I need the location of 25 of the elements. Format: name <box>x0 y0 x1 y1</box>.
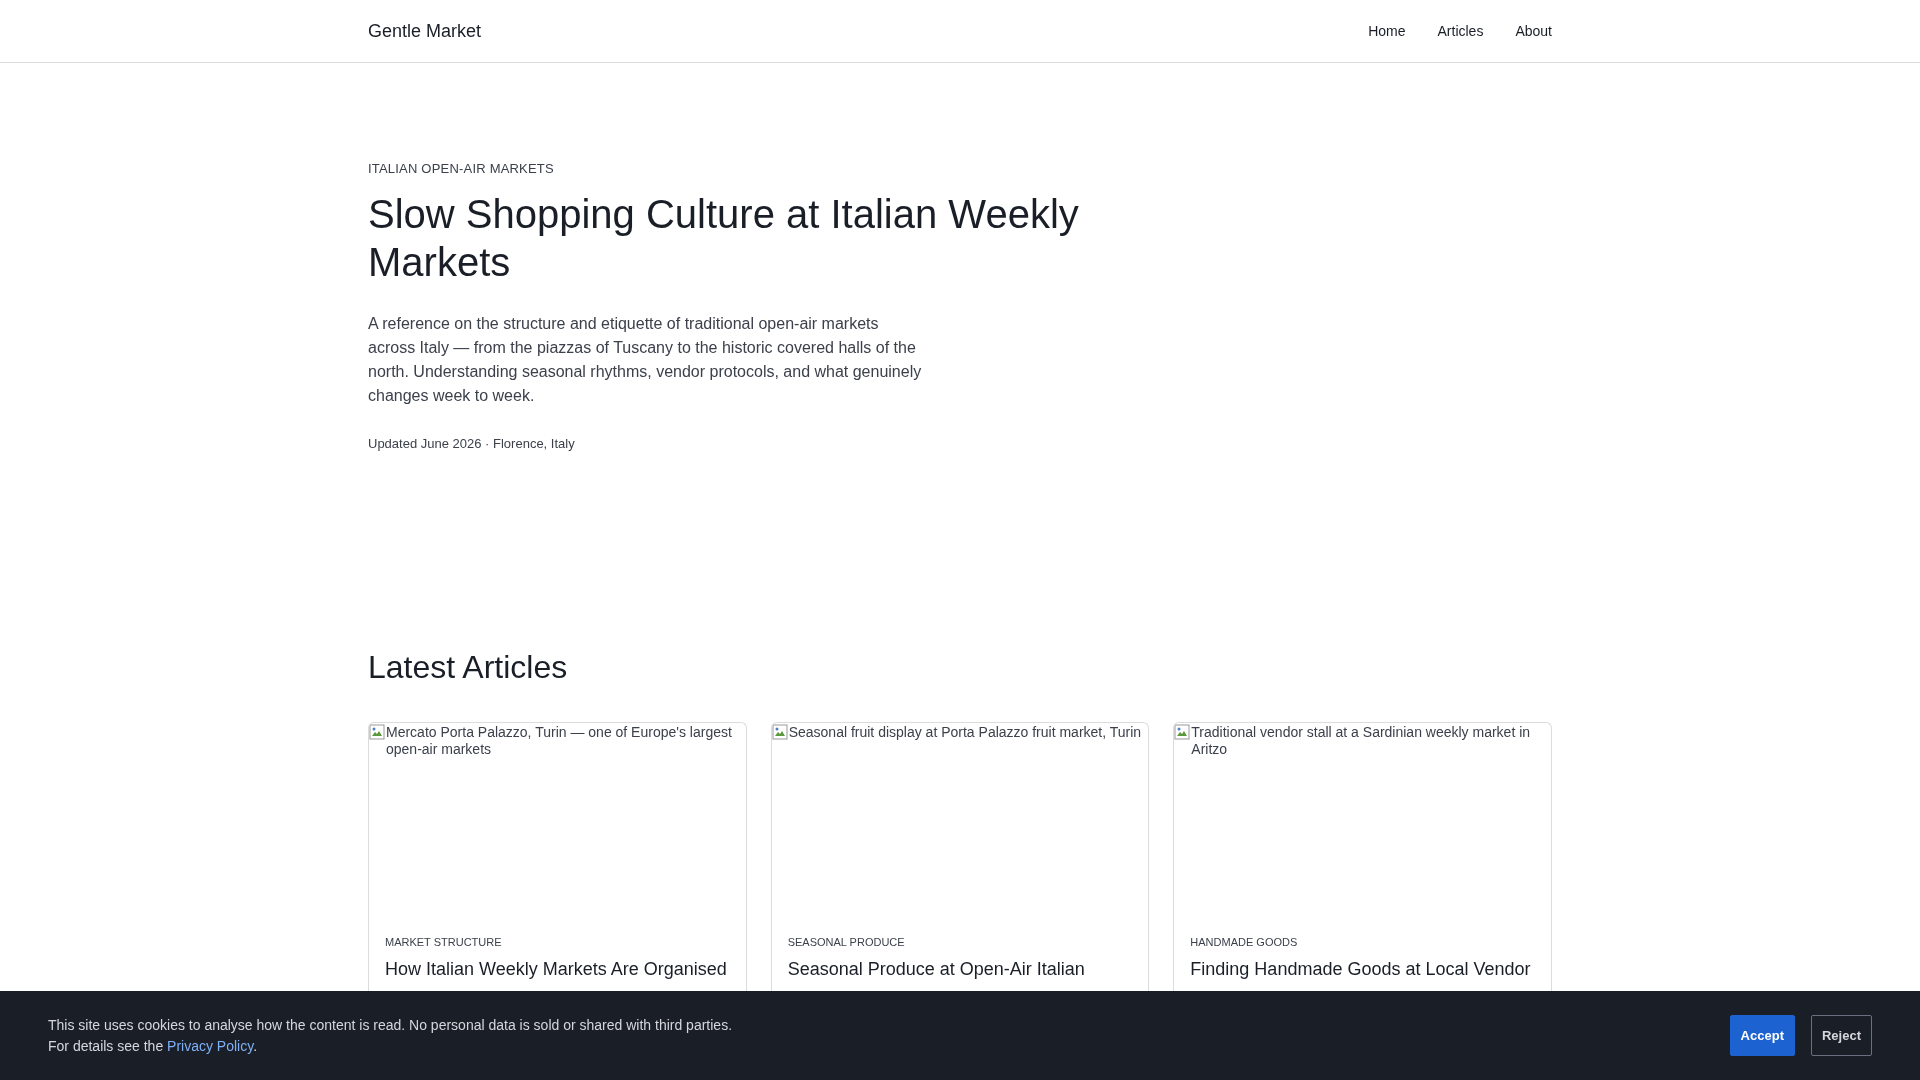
accept-button[interactable]: Accept <box>1729 1015 1795 1056</box>
card-title[interactable]: Finding Handmade Goods at Local Vendor <box>1190 957 1535 981</box>
site-logo[interactable]: Gentle Market <box>368 20 482 42</box>
image-alt-text: Mercato Porta Palazzo, Turin — one of Europe's largest open-air markets <box>386 724 733 758</box>
broken-image-icon <box>369 724 385 740</box>
card-category: SEASONAL PRODUCE <box>787 936 906 948</box>
image-alt-text: Seasonal fruit display at Porta Palazzo fruit market, Turin <box>788 724 1142 741</box>
nav-link[interactable]: Articles <box>1437 23 1484 39</box>
card-category: HANDMADE GOODS <box>1190 936 1299 948</box>
meta-text: Updated June 2026 · Florence, Italy <box>368 436 576 451</box>
section-eyebrow: ITALIAN OPEN-AIR MARKETS <box>368 161 555 176</box>
section-heading: Latest Articles <box>368 649 569 686</box>
image-alt-text: Traditional vendor stall at a Sardinian weekly market in Aritzo <box>1191 724 1532 758</box>
card-title[interactable]: How Italian Weekly Markets Are Organised <box>385 957 730 981</box>
card-title[interactable]: Seasonal Produce at Open-Air Italian <box>787 957 1133 981</box>
page-title: Slow Shopping Culture at Italian Weekly Markets <box>368 191 1080 286</box>
card-category: MARKET STRUCTURE <box>385 936 503 948</box>
nav-link[interactable]: About <box>1515 23 1552 39</box>
intro-paragraph: A reference on the structure and etiquette of traditional open-air markets across Italy — from the piazzas of Tuscany to the historic covered halls of the north. Understanding seasonal rhythms, vendor protocols, and what genuinely changes week to week. <box>368 314 923 406</box>
broken-image-icon <box>1174 724 1191 740</box>
cookie-text: This site uses cookies to analyse how the content is read. No personal data is sold or shared with third parties. <box>48 1015 733 1035</box>
reject-button[interactable]: Reject <box>1810 1015 1872 1056</box>
nav-link[interactable]: Home <box>1368 23 1406 39</box>
broken-image-icon <box>771 724 788 740</box>
cookie-details-text: For details see the Privacy Policy. <box>48 1036 259 1056</box>
